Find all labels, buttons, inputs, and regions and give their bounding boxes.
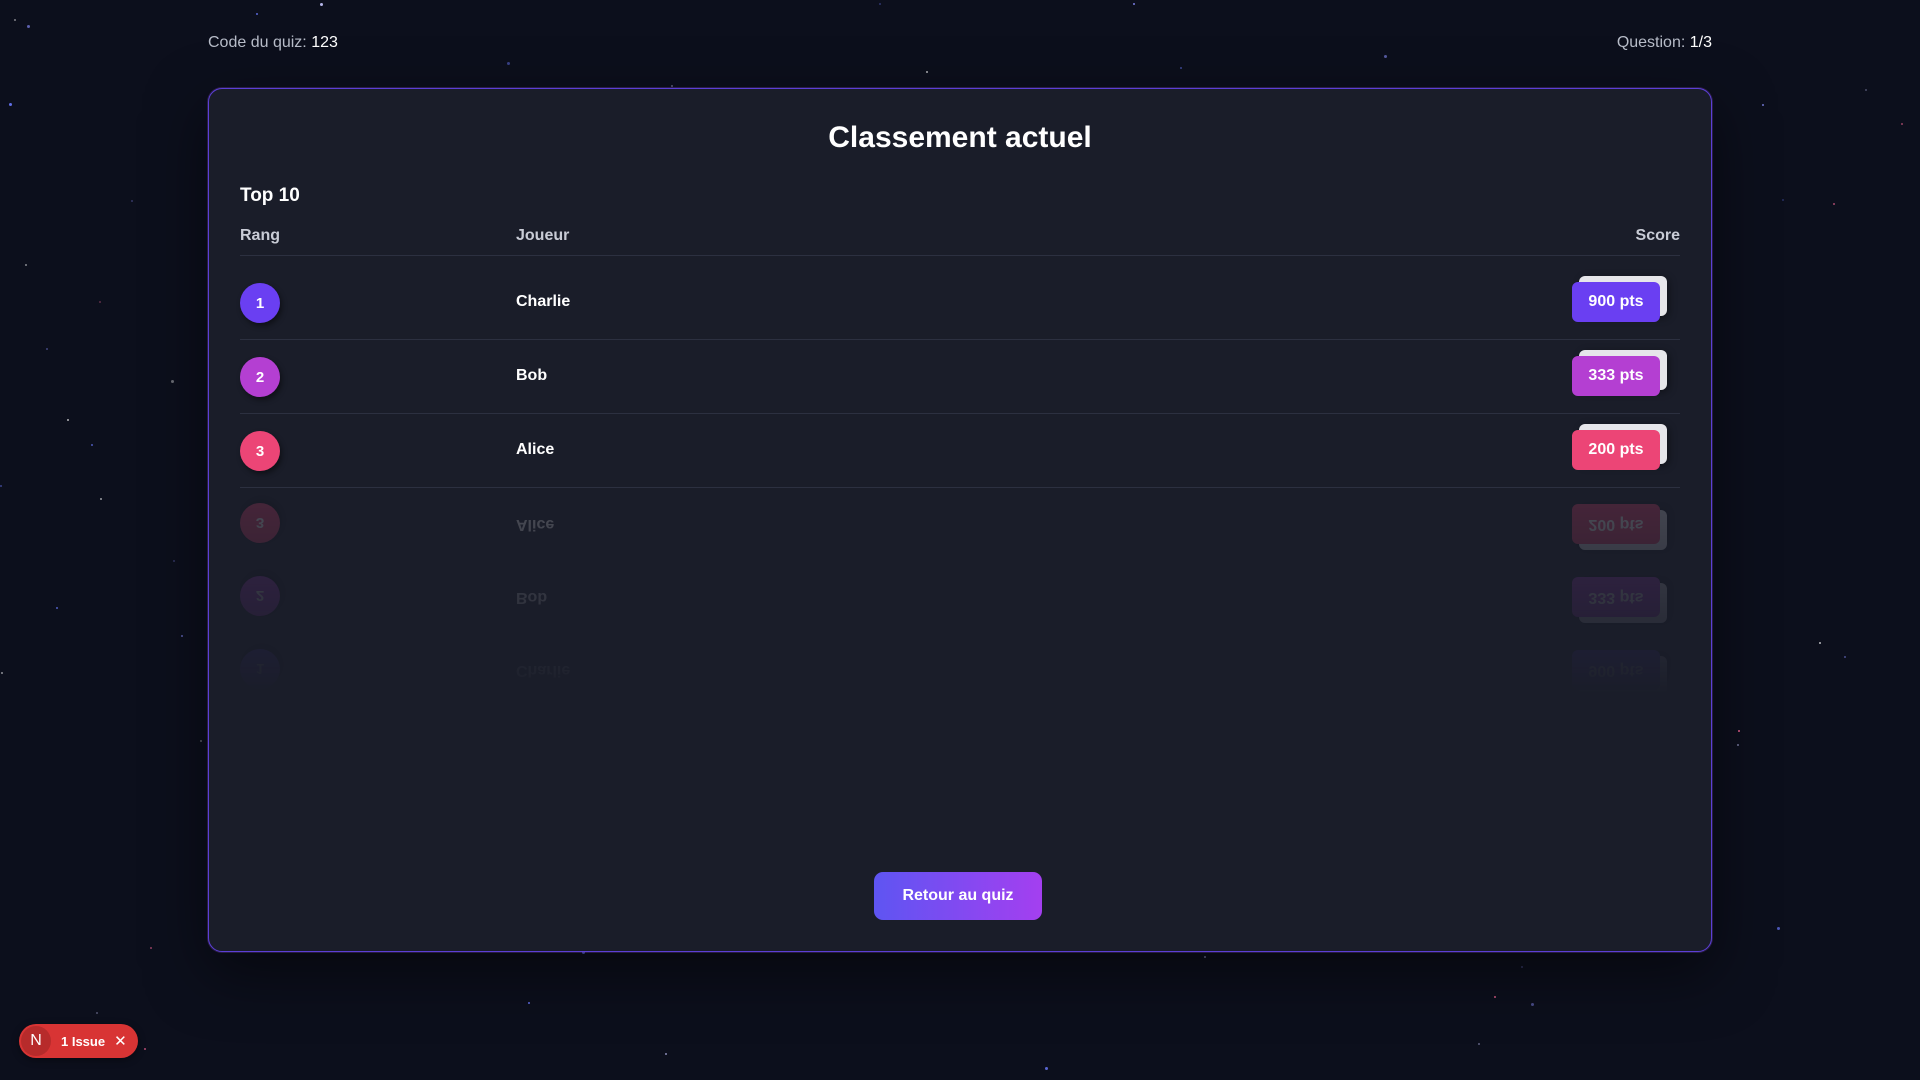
star-dot <box>200 740 202 742</box>
star-dot <box>1833 203 1835 205</box>
star-dot <box>181 635 183 637</box>
question-value: 1/3 <box>1689 34 1712 51</box>
column-header-score: Score <box>1635 227 1680 244</box>
star-dot <box>1521 966 1523 968</box>
reflection-row: 3 Alice 200 pts <box>240 487 1680 560</box>
star-dot <box>173 560 175 562</box>
reflection-row: 1 Charlie 900 pts <box>240 633 1680 706</box>
star-dot <box>1738 730 1740 732</box>
table-row: 3 Alice 200 pts <box>240 414 1680 488</box>
star-dot <box>1204 956 1206 958</box>
leaderboard-card: Classement actuel Top 10 Rang Joueur Sco… <box>208 88 1712 952</box>
star-dot <box>665 1053 667 1055</box>
reflection-row: 2 Bob 333 pts <box>240 560 1680 633</box>
star-dot <box>1478 1043 1480 1045</box>
star-dot <box>67 419 69 421</box>
rank-badge: 2 <box>240 357 280 397</box>
score-badge: 900 pts <box>1572 282 1660 322</box>
star-dot <box>1133 3 1135 5</box>
star-dot <box>256 13 258 15</box>
star-dot <box>56 607 58 609</box>
star-dot <box>25 264 27 266</box>
quiz-code-label: Code du quiz: <box>208 34 307 51</box>
star-dot <box>171 380 174 383</box>
star-dot <box>0 485 2 487</box>
rank-badge-reflection: 2 <box>240 576 280 616</box>
table-row: 2 Bob 333 pts <box>240 340 1680 414</box>
star-dot <box>1494 996 1496 998</box>
player-name: Alice <box>516 441 555 458</box>
rank-badge: 3 <box>240 431 280 471</box>
quiz-header: Code du quiz: 123 Question: 1/3 <box>208 34 1712 58</box>
close-icon[interactable]: ✕ <box>114 1032 127 1050</box>
star-dot <box>1777 927 1780 930</box>
back-to-quiz-button[interactable]: Retour au quiz <box>874 872 1042 920</box>
table-header: Rang Joueur Score <box>240 227 1680 256</box>
score-badge: 333 pts <box>1572 356 1660 396</box>
score-badge: 200 pts <box>1572 430 1660 470</box>
nextjs-logo-icon: N <box>21 1026 51 1056</box>
star-dot <box>1844 656 1846 658</box>
player-name-reflection: Charlie <box>516 662 571 679</box>
star-dot <box>14 19 16 21</box>
star-dot <box>96 1012 98 1014</box>
star-dot <box>1531 1003 1534 1006</box>
star-dot <box>671 85 673 87</box>
star-dot <box>144 1048 146 1050</box>
player-name-reflection: Bob <box>516 589 548 606</box>
column-header-rank: Rang <box>240 227 280 244</box>
leaderboard-rows: 1 Charlie 900 pts 2 Bob 333 pts 3 Alice … <box>240 266 1680 488</box>
leaderboard-subtitle: Top 10 <box>240 185 300 206</box>
star-dot <box>99 301 101 303</box>
rows-reflection: 1 Charlie 900 pts 2 Bob 333 pts 3 Alice … <box>240 486 1680 706</box>
star-dot <box>1762 104 1764 106</box>
score-badge-reflection: 200 pts <box>1572 504 1660 544</box>
rank-badge-reflection: 1 <box>240 649 280 689</box>
column-header-player: Joueur <box>516 227 570 244</box>
star-dot <box>1737 744 1739 746</box>
star-dot <box>1901 123 1903 125</box>
quiz-code: Code du quiz: 123 <box>208 34 338 58</box>
player-name-reflection: Alice <box>516 516 555 533</box>
star-dot <box>926 71 928 73</box>
star-dot <box>131 200 133 202</box>
score-badge-reflection: 900 pts <box>1572 650 1660 690</box>
star-dot <box>27 25 30 28</box>
star-dot <box>528 1002 530 1004</box>
player-name: Charlie <box>516 293 571 310</box>
rank-badge-reflection: 3 <box>240 503 280 543</box>
star-dot <box>1865 89 1867 91</box>
star-dot <box>320 3 323 6</box>
star-dot <box>879 3 881 5</box>
quiz-code-value: 123 <box>311 34 338 51</box>
rank-badge: 1 <box>240 283 280 323</box>
dev-issues-badge[interactable]: N 1 Issue ✕ <box>19 1024 138 1058</box>
player-name: Bob <box>516 367 548 384</box>
star-dot <box>1045 1067 1048 1070</box>
star-dot <box>1 672 3 674</box>
leaderboard-title: Classement actuel <box>828 121 1092 154</box>
star-dot <box>1819 642 1821 644</box>
star-dot <box>507 62 510 65</box>
star-dot <box>100 498 102 500</box>
star-dot <box>150 947 152 949</box>
star-dot <box>1180 67 1182 69</box>
star-dot <box>91 444 93 446</box>
question-counter: Question: 1/3 <box>1617 34 1712 58</box>
score-badge-reflection: 333 pts <box>1572 577 1660 617</box>
issues-count: 1 Issue <box>61 1033 106 1049</box>
star-dot <box>46 348 48 350</box>
star-dot <box>9 103 12 106</box>
question-label: Question: <box>1616 34 1686 51</box>
table-row: 1 Charlie 900 pts <box>240 266 1680 340</box>
star-dot <box>1782 199 1784 201</box>
